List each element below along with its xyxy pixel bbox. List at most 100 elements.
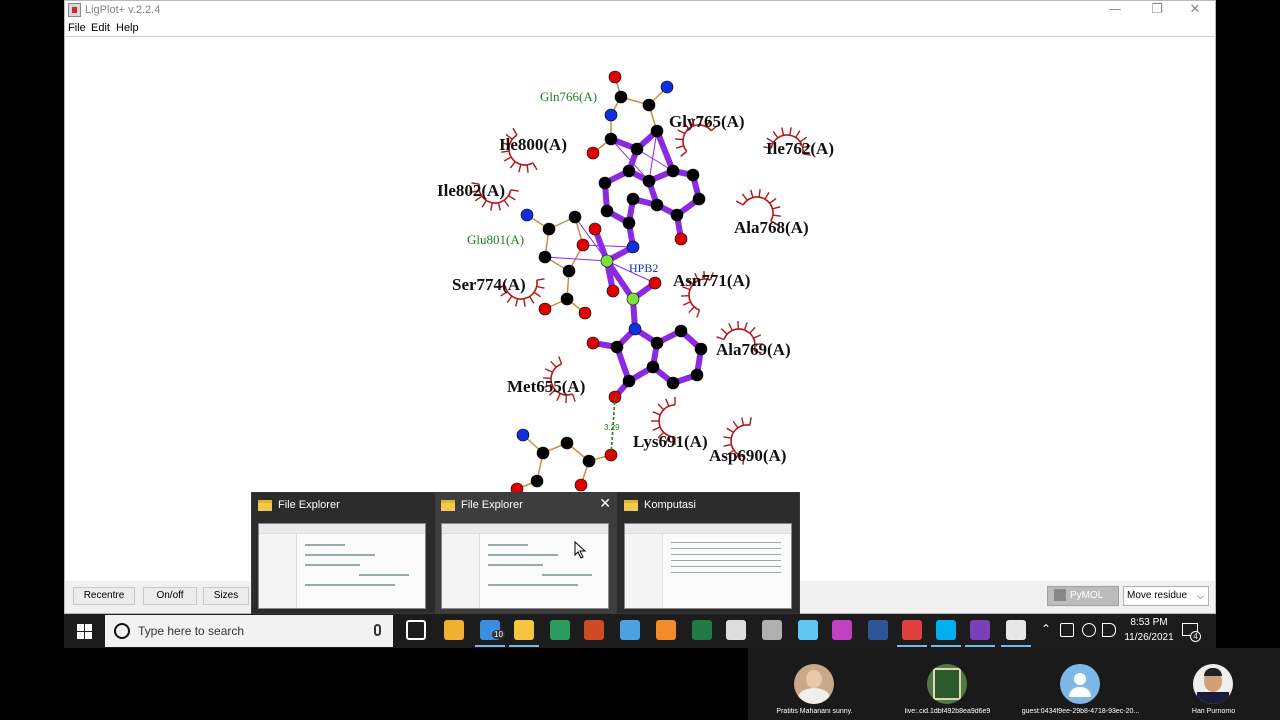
app-java-icon[interactable]: [1006, 620, 1026, 640]
arc-spoke: [680, 150, 688, 157]
app-green-icon[interactable]: [550, 620, 570, 640]
move-mode-select[interactable]: Move residue ⌵: [1123, 586, 1209, 606]
nitrogen-atom: [604, 108, 618, 122]
carbon-atom: [666, 164, 680, 178]
volume-icon[interactable]: [1102, 623, 1116, 637]
arc-spoke: [508, 195, 516, 201]
battery-icon[interactable]: [1060, 623, 1074, 637]
mouse-cursor-icon: [574, 541, 587, 559]
running-indicator: [1001, 645, 1031, 647]
arc-spoke: [550, 360, 557, 368]
arc-spoke: [558, 356, 563, 365]
contact-line: [574, 216, 608, 262]
participant-tile[interactable]: live:.cid.1dbf492b8ea9d6e9: [881, 648, 1014, 720]
clock-date[interactable]: 11/26/2021: [1118, 632, 1180, 643]
windows-logo-icon: [77, 624, 84, 631]
residue-ala769[interactable]: Ala769(A): [716, 340, 791, 359]
excel-icon[interactable]: [692, 620, 712, 640]
residue-asn771[interactable]: Asn771(A): [673, 271, 750, 290]
oxygen-atom: [648, 276, 662, 290]
thumbnail-file-explorer-2[interactable]: File Explorer ✕: [435, 493, 617, 615]
carbon-atom: [674, 324, 688, 338]
arc-spoke: [665, 398, 670, 407]
participant-tile[interactable]: Pratitis Mahanani sunny.: [748, 648, 881, 720]
minimize-button[interactable]: —: [1095, 1, 1135, 21]
mail-badge: 10: [492, 630, 505, 639]
microphone-icon[interactable]: [374, 624, 381, 636]
arc-curve: [742, 196, 774, 222]
arc-spoke: [652, 426, 661, 431]
store-icon[interactable]: [444, 620, 464, 640]
residue-lys691[interactable]: Lys691(A): [633, 432, 708, 451]
thumbnail-close-icon[interactable]: ✕: [599, 496, 611, 512]
participant-name: guest:0434f9ee-29b8-4718-93ec-20...: [1021, 708, 1140, 715]
start-button[interactable]: [64, 614, 104, 648]
maximize-button[interactable]: ❐: [1137, 1, 1177, 21]
ligplot-app-icon: [68, 3, 81, 17]
participant-tile[interactable]: guest:0434f9ee-29b8-4718-93ec-20...: [1014, 648, 1147, 720]
residue-asp690[interactable]: Asp690(A): [709, 446, 786, 465]
thumbnail-preview: [624, 523, 792, 609]
network-icon[interactable]: [1082, 623, 1096, 637]
ligand-bond: [654, 128, 676, 174]
residue-ile762[interactable]: Ile762(A): [766, 139, 834, 158]
menu-edit[interactable]: Edit: [91, 22, 110, 34]
carbon-atom: [614, 90, 628, 104]
oxygen-atom: [606, 284, 620, 298]
running-indicator: [897, 645, 927, 647]
contact-line: [582, 244, 634, 248]
carbon-atom: [538, 250, 552, 264]
app-blue-icon[interactable]: [620, 620, 640, 640]
powerpoint-icon[interactable]: [584, 620, 604, 640]
oxygen-atom: [586, 336, 600, 350]
chevron-up-icon[interactable]: ⌃: [1041, 622, 1051, 636]
residue-ile802[interactable]: Ile802(A): [437, 181, 505, 200]
recentre-button[interactable]: Recentre: [73, 587, 135, 605]
carbon-atom: [604, 132, 618, 146]
residue-ala768[interactable]: Ala768(A): [734, 218, 809, 237]
arc-spoke: [726, 427, 734, 433]
file-explorer-icon[interactable]: [514, 620, 534, 640]
sizes-button[interactable]: Sizes: [203, 587, 249, 605]
clock-time[interactable]: 8:53 PM: [1122, 617, 1176, 628]
residue-ile800[interactable]: Ile800(A): [499, 135, 567, 154]
carbon-atom: [630, 142, 644, 156]
residue-gln766[interactable]: Gln766(A): [540, 89, 597, 104]
carbon-atom: [562, 264, 576, 278]
carbon-atom: [642, 174, 656, 188]
app-red-icon[interactable]: [902, 620, 922, 640]
arc-spoke: [652, 411, 661, 416]
task-view-icon[interactable]: [406, 620, 426, 640]
onoff-button[interactable]: On/off: [143, 587, 197, 605]
pymol-button[interactable]: PyMOL: [1047, 586, 1119, 606]
carbon-atom: [560, 436, 574, 450]
residue-ser774[interactable]: Ser774(A): [452, 275, 526, 294]
app-purple-icon[interactable]: [832, 620, 852, 640]
thumbnail-komputasi[interactable]: Komputasi: [618, 493, 800, 615]
arc-spoke: [515, 298, 519, 307]
oxygen-atom: [538, 302, 552, 316]
close-button[interactable]: ✕: [1175, 1, 1215, 21]
word-icon[interactable]: [868, 620, 888, 640]
residue-glu801[interactable]: Glu801(A): [467, 232, 524, 247]
residue-met655[interactable]: Met655(A): [507, 377, 585, 396]
calculator-icon[interactable]: [726, 620, 746, 640]
skype-icon[interactable]: [936, 620, 956, 640]
app-shield-icon[interactable]: [970, 620, 990, 640]
menu-file[interactable]: File: [68, 22, 86, 34]
taskbar-search[interactable]: Type here to search: [105, 615, 393, 647]
arc-spoke: [772, 130, 779, 139]
carbon-atom: [542, 222, 556, 236]
carbon-atom: [536, 446, 550, 460]
app-orange-icon[interactable]: [656, 620, 676, 640]
carbon-atom: [650, 336, 664, 350]
thumbnail-file-explorer-1[interactable]: File Explorer: [252, 493, 434, 615]
windows-taskbar: Type here to search 10 ⌃ 8:53 PM 11/26/2…: [64, 614, 1216, 648]
menu-help[interactable]: Help: [116, 22, 139, 34]
residue-gly765[interactable]: Gly765(A): [669, 112, 745, 131]
app-gray-icon[interactable]: [762, 620, 782, 640]
mail-icon[interactable]: 10: [480, 620, 505, 640]
sulfur-atom: [600, 254, 614, 268]
app-search-icon[interactable]: [798, 620, 818, 640]
participant-tile[interactable]: Hari Purnomo: [1147, 648, 1280, 720]
